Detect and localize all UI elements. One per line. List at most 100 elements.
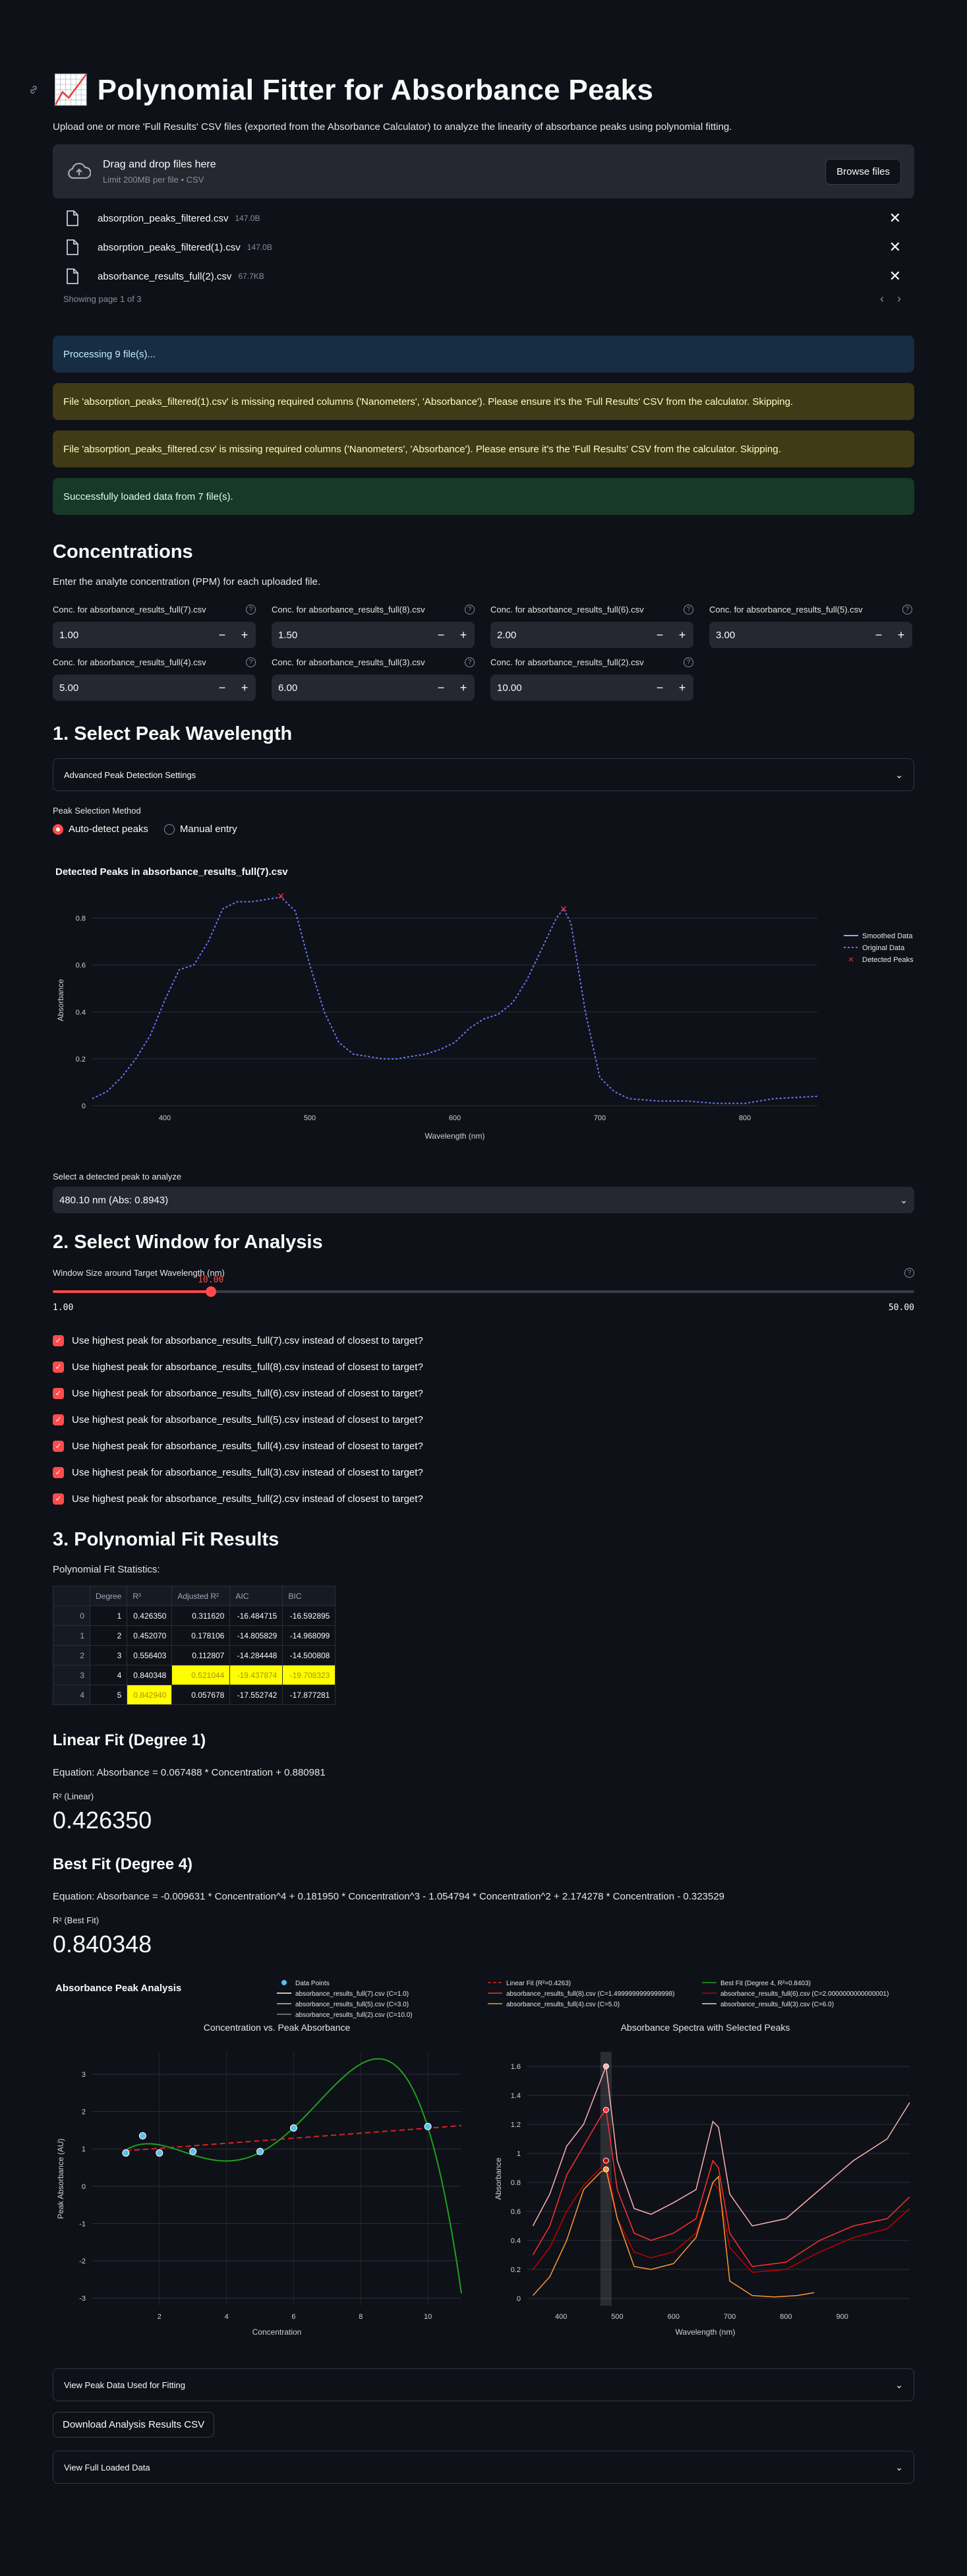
best-r2-value: 0.840348 xyxy=(53,1931,152,1958)
highest-peak-checkbox[interactable]: ✓ Use highest peak for absorbance_results… xyxy=(53,1327,967,1354)
remove-file-icon[interactable]: ✕ xyxy=(889,268,901,285)
decrement-button[interactable]: − xyxy=(649,628,671,642)
column-header[interactable]: R² xyxy=(127,1586,173,1606)
table-row: 1 2 0.452070 0.178106 -14.805829 -14.968… xyxy=(53,1625,336,1646)
help-icon[interactable]: ? xyxy=(465,605,475,614)
slider-value: 10.00 xyxy=(198,1275,224,1285)
check-icon: ✓ xyxy=(53,1334,64,1346)
y-tick-label: -2 xyxy=(79,2258,86,2265)
decrement-button[interactable]: − xyxy=(211,681,233,695)
decrement-button[interactable]: − xyxy=(211,628,233,642)
conc-input[interactable]: 5.00 xyxy=(59,682,211,694)
table-row: 4 5 0.842940 0.057678 -17.552742 -17.877… xyxy=(53,1685,336,1705)
help-icon[interactable]: ? xyxy=(904,1268,914,1278)
highest-peak-checks: ✓ Use highest peak for absorbance_results… xyxy=(53,1327,967,1512)
help-icon[interactable]: ? xyxy=(902,605,912,614)
highest-peak-checkbox[interactable]: ✓ Use highest peak for absorbance_results… xyxy=(53,1485,967,1512)
selected-peak-marker xyxy=(602,2107,609,2113)
x-tick-label: 2 xyxy=(158,2313,161,2321)
chevron-right-icon[interactable]: › xyxy=(897,292,901,306)
conc-label: Conc. for absorbance_results_full(4).csv xyxy=(53,657,206,667)
highest-peak-checkbox[interactable]: ✓ Use highest peak for absorbance_results… xyxy=(53,1459,967,1485)
increment-button[interactable]: + xyxy=(671,681,693,695)
x-tick-label: 600 xyxy=(449,1114,461,1122)
y-axis-label: Absorbance xyxy=(56,979,65,1021)
column-header[interactable]: BIC xyxy=(282,1586,336,1606)
x-tick-label: 800 xyxy=(780,2313,792,2321)
row-index: 2 xyxy=(53,1645,90,1665)
column-header[interactable]: Degree xyxy=(89,1586,128,1606)
decrement-button[interactable]: − xyxy=(430,628,452,642)
help-icon[interactable]: ? xyxy=(246,605,256,614)
conc-input[interactable]: 1.00 xyxy=(59,630,211,641)
file-dropzone[interactable]: Drag and drop files here Limit 200MB per… xyxy=(53,144,914,198)
spectrum-line xyxy=(532,2109,910,2267)
x-tick-label: 8 xyxy=(359,2313,363,2321)
peak-select[interactable]: 480.10 nm (Abs: 0.8943) ⌄ xyxy=(53,1187,914,1213)
detected-peaks-title: Detected Peaks in absorbance_results_ful… xyxy=(55,866,288,878)
highest-peak-checkbox[interactable]: ✓ Use highest peak for absorbance_results… xyxy=(53,1380,967,1406)
linear-equation: Equation: Absorbance = 0.067488 * Concen… xyxy=(53,1767,326,1778)
decrement-button[interactable]: − xyxy=(649,681,671,695)
column-header[interactable]: Adjusted R² xyxy=(171,1586,231,1606)
conc-label: Conc. for absorbance_results_full(7).csv xyxy=(53,605,206,614)
selected-peak-marker xyxy=(602,2063,609,2070)
peak-marker: ✕ xyxy=(560,904,568,914)
highest-peak-checkbox[interactable]: ✓ Use highest peak for absorbance_results… xyxy=(53,1406,967,1433)
increment-button[interactable]: + xyxy=(452,628,475,642)
conc-input[interactable]: 2.00 xyxy=(497,630,649,641)
increment-button[interactable]: + xyxy=(671,628,693,642)
decrement-button[interactable]: − xyxy=(430,681,452,695)
remove-file-icon[interactable]: ✕ xyxy=(889,239,901,256)
radio-manual-entry[interactable]: Manual entry xyxy=(163,824,237,835)
y-tick-label: 3 xyxy=(82,2071,86,2079)
chevron-left-icon[interactable]: ‹ xyxy=(880,292,884,306)
conc-input[interactable]: 1.50 xyxy=(278,630,430,641)
file-pager: Showing page 1 of 3 ‹ › xyxy=(53,292,914,306)
slider-thumb[interactable] xyxy=(206,1286,217,1297)
legend-marker xyxy=(281,1980,287,1985)
conc-input[interactable]: 3.00 xyxy=(716,630,867,641)
highest-peak-checkbox[interactable]: ✓ Use highest peak for absorbance_results… xyxy=(53,1433,967,1459)
peak-select-label: Select a detected peak to analyze xyxy=(53,1172,182,1182)
help-icon[interactable]: ? xyxy=(465,657,475,667)
table-cell: -14.968099 xyxy=(282,1625,336,1646)
decrement-button[interactable]: − xyxy=(867,628,890,642)
y-tick-label: 0.8 xyxy=(76,915,86,923)
table-cell: -14.805829 xyxy=(229,1625,283,1646)
highest-peak-checkbox[interactable]: ✓ Use highest peak for absorbance_results… xyxy=(53,1354,967,1380)
increment-button[interactable]: + xyxy=(452,681,475,695)
column-header[interactable]: AIC xyxy=(229,1586,283,1606)
window-size-slider[interactable]: 10.00 xyxy=(53,1275,914,1303)
peak-data-expander[interactable]: View Peak Data Used for Fitting ⌄ xyxy=(53,2368,914,2401)
remove-file-icon[interactable]: ✕ xyxy=(889,210,901,227)
help-icon[interactable]: ? xyxy=(246,657,256,667)
conc-input[interactable]: 6.00 xyxy=(278,682,430,694)
y-tick-label: 1 xyxy=(82,2145,86,2153)
expander-label: View Full Loaded Data xyxy=(64,2462,150,2472)
increment-button[interactable]: + xyxy=(233,628,256,642)
x-axis-label: Concentration xyxy=(252,2327,302,2337)
browse-files-button[interactable]: Browse files xyxy=(825,158,901,185)
conc-label: Conc. for absorbance_results_full(8).csv xyxy=(272,605,425,614)
y-axis-label: Absorbance xyxy=(494,2157,503,2200)
legend-label: Best Fit (Degree 4, R²=0.8403) xyxy=(720,1980,811,1987)
loaded-data-expander[interactable]: View Full Loaded Data ⌄ xyxy=(53,2451,914,2484)
y-tick-label: 0.2 xyxy=(511,2266,521,2274)
increment-button[interactable]: + xyxy=(890,628,912,642)
increment-button[interactable]: + xyxy=(233,681,256,695)
table-row: 0 1 0.426350 0.311620 -16.484715 -16.592… xyxy=(53,1605,336,1626)
advanced-settings-expander[interactable]: Advanced Peak Detection Settings ⌄ xyxy=(53,758,914,791)
conc-input[interactable]: 10.00 xyxy=(497,682,649,694)
table-cell: 0.426350 xyxy=(127,1605,173,1626)
download-csv-button[interactable]: Download Analysis Results CSV xyxy=(53,2412,215,2438)
radio-auto-detect[interactable]: Auto-detect peaks xyxy=(53,824,148,835)
help-icon[interactable]: ? xyxy=(684,605,693,614)
file-icon xyxy=(67,210,78,226)
checkbox-label: Use highest peak for absorbance_results_… xyxy=(72,1387,423,1399)
fit-statistics-table[interactable]: Degree R² Adjusted R² AIC BIC 0 1 0.4263… xyxy=(53,1586,336,1705)
legend-label: Detected Peaks xyxy=(862,956,914,964)
help-icon[interactable]: ? xyxy=(684,657,693,667)
link-icon[interactable] xyxy=(24,80,44,100)
table-cell: -14.500808 xyxy=(282,1645,336,1665)
